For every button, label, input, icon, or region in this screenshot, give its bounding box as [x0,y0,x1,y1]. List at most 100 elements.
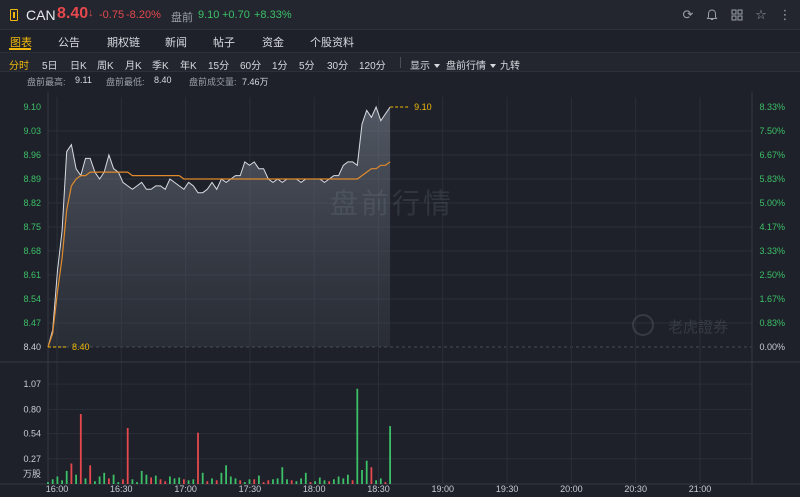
volume-bar [187,480,190,484]
volume-bar [229,476,232,484]
volume-bar [314,481,316,484]
volume-bar [122,479,124,484]
volume-bar [94,481,96,484]
percent-tick-label: 0.00% [759,342,785,352]
volume-bar [225,465,227,484]
volume-bar [84,478,87,484]
volume-bar [70,463,73,484]
volume-bar [253,479,256,484]
percent-tick-label: 6.67% [759,150,785,160]
volume-bar [248,479,251,484]
time-tick-label: 17:00 [174,484,197,494]
volume-bar [164,481,167,484]
volume-bar [356,388,359,484]
low-marker-label: 8.40 [72,342,90,352]
percent-tick-label: 3.33% [759,246,785,256]
volume-bar [79,414,82,484]
price-tick-label: 9.10 [23,102,41,112]
volume-tick-label: 1.07 [23,379,41,389]
price-area [48,107,391,347]
volume-bar [47,482,49,484]
volume-bar [272,479,274,484]
volume-bar [370,467,373,484]
time-tick-label: 16:00 [46,484,69,494]
volume-tick-label: 0.27 [23,454,41,464]
price-tick-label: 8.82 [23,198,41,208]
volume-bar [117,482,120,484]
volume-bar [389,426,391,484]
volume-bar [211,478,213,484]
volume-bar [65,470,68,484]
volume-bar [206,481,209,484]
volume-bar [126,428,129,484]
volume-bar [342,478,345,484]
chart-watermark: 盘前行情 [330,188,455,219]
volume-bar [333,479,335,484]
volume-bar [379,478,382,484]
percent-tick-label: 7.50% [759,126,785,136]
volume-bar [347,474,349,484]
volume-bar [112,474,115,484]
volume-bar [304,472,307,484]
percent-tick-label: 1.67% [759,294,785,304]
time-tick-label: 19:00 [432,484,455,494]
price-tick-label: 8.47 [23,318,41,328]
volume-bar [98,476,101,484]
volume-bar [220,472,223,484]
brand-watermark: 老虎證券 [668,319,729,336]
volume-bar [276,478,279,484]
price-tick-label: 8.75 [23,222,41,232]
volume-bar [131,479,134,484]
volume-bar [239,480,242,484]
volume-bar [75,474,77,484]
time-tick-label: 17:30 [239,484,262,494]
volume-bar [286,479,288,484]
volume-bar [136,482,138,484]
volume-bar [243,482,246,484]
price-tick-label: 8.40 [23,342,41,352]
volume-bar [89,465,92,484]
volume-bar [365,460,368,484]
volume-bar [215,480,218,484]
price-tick-label: 8.54 [23,294,41,304]
price-tick-label: 8.89 [23,174,41,184]
percent-tick-label: 2.50% [759,270,785,280]
volume-bar [337,476,340,484]
volume-bar [159,479,162,484]
volume-unit-label: 万股 [23,469,41,479]
volume-bar [183,479,185,484]
volume-bar [281,467,284,484]
volume-bar [351,480,354,484]
time-tick-label: 16:30 [110,484,133,494]
volume-bar [150,477,152,484]
price-tick-label: 8.61 [23,270,41,280]
volume-bar [140,470,143,484]
volume-bar [103,472,106,484]
volume-bar [258,475,260,484]
volume-bar [56,476,59,484]
time-tick-label: 21:00 [689,484,712,494]
time-tick-label: 18:00 [303,484,326,494]
volume-bar [234,478,237,484]
volume-bar [384,482,387,484]
percent-tick-label: 5.00% [759,198,785,208]
volume-bar [267,480,270,484]
volume-bar [178,477,181,484]
time-tick-label: 19:30 [496,484,519,494]
volume-bar [295,481,298,484]
intraday-chart[interactable]: 9.10 8.33% 9.03 7.50% 8.96 6.67% 8.89 5.83% 8.82… [0,0,800,497]
high-marker-label: 9.10 [414,102,432,112]
time-tick-label: 20:00 [560,484,583,494]
volume-bar [145,474,148,484]
percent-tick-label: 0.83% [759,318,785,328]
time-tick-label: 18:30 [367,484,390,494]
volume-bar [201,472,204,484]
volume-bar [169,476,171,484]
percent-tick-label: 4.17% [759,222,785,232]
volume-bar [300,478,302,484]
volume-tick-label: 0.54 [23,429,41,439]
volume-bar [108,478,110,484]
volume-bar [192,479,195,484]
time-tick-label: 20:30 [624,484,647,494]
volume-bar [61,480,63,484]
